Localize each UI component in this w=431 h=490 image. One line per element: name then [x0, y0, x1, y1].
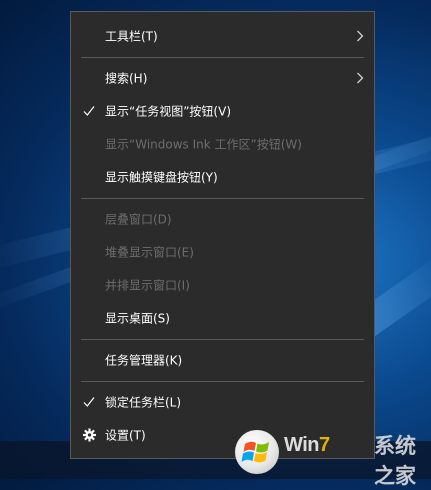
menu-item-toolbars[interactable]: 工具栏(T) — [71, 21, 374, 51]
submenu-arrow-icon — [357, 30, 364, 42]
gear-icon — [83, 428, 96, 442]
menu-item-label: 层叠窗口(D) — [105, 212, 172, 227]
menu-item-label: 显示触摸键盘按钮(Y) — [105, 170, 218, 185]
checkmark-icon — [83, 106, 95, 116]
submenu-arrow-icon — [357, 72, 364, 84]
menu-item-label: 任务管理器(K) — [105, 353, 183, 368]
menu-separator — [81, 57, 364, 58]
menu-item-stack-windows[interactable]: 堆叠显示窗口(E) — [71, 237, 374, 267]
menu-item-label: 搜索(H) — [105, 71, 148, 86]
windows-logo-icon — [235, 430, 279, 474]
watermark-brand-win: Win — [284, 434, 319, 456]
menu-item-label: 并排显示窗口(I) — [105, 278, 190, 293]
menu-item-label: 设置(T) — [105, 428, 146, 443]
menu-item-side-by-side-windows[interactable]: 并排显示窗口(I) — [71, 270, 374, 300]
menu-item-label: 锁定任务栏(L) — [105, 395, 182, 410]
menu-separator — [81, 339, 364, 340]
menu-item-label: 显示“任务视图”按钮(V) — [105, 104, 232, 119]
menu-item-label: 堆叠显示窗口(E) — [105, 245, 194, 260]
menu-separator — [81, 198, 364, 199]
menu-item-show-task-view-button[interactable]: 显示“任务视图”按钮(V) — [71, 96, 374, 126]
checkmark-icon — [83, 397, 95, 407]
watermark-brand-seven: 7 — [318, 434, 330, 456]
watermark-brand: Win7 — [284, 434, 330, 457]
menu-item-task-manager[interactable]: 任务管理器(K) — [71, 345, 374, 375]
menu-item-show-windows-ink-button[interactable]: 显示“Windows Ink 工作区”按钮(W) — [71, 129, 374, 159]
watermark: Win7 系统之家 — [232, 428, 431, 488]
menu-item-lock-taskbar[interactable]: 锁定任务栏(L) — [71, 387, 374, 417]
menu-separator — [81, 381, 364, 382]
watermark-site-name: 系统之家 — [374, 434, 416, 488]
menu-item-label: 显示“Windows Ink 工作区”按钮(W) — [105, 137, 302, 152]
menu-item-show-touch-keyboard-button[interactable]: 显示触摸键盘按钮(Y) — [71, 162, 374, 192]
menu-item-search[interactable]: 搜索(H) — [71, 63, 374, 93]
taskbar-context-menu: 工具栏(T) 搜索(H) 显示“任务视图”按钮(V) 显示“Windows In… — [70, 11, 375, 459]
menu-item-label: 显示桌面(S) — [105, 311, 170, 326]
menu-item-show-desktop[interactable]: 显示桌面(S) — [71, 303, 374, 333]
menu-item-label: 工具栏(T) — [105, 29, 158, 44]
menu-item-cascade-windows[interactable]: 层叠窗口(D) — [71, 204, 374, 234]
